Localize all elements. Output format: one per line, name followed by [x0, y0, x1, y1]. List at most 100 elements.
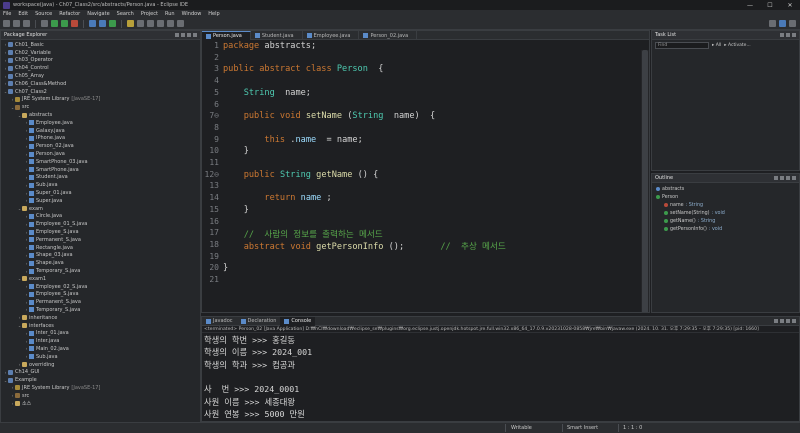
new-icon[interactable]	[3, 20, 10, 27]
tree-item[interactable]: › Person.java	[1, 150, 200, 158]
menu-edit[interactable]: Edit	[18, 11, 28, 17]
editor-tab[interactable]: Employee.java	[303, 31, 360, 40]
run-icon[interactable]	[61, 20, 68, 27]
new-task-icon[interactable]	[780, 33, 784, 37]
tree-item[interactable]: › Circle.java	[1, 213, 200, 221]
menu-navigate[interactable]: Navigate	[87, 11, 109, 17]
menu-window[interactable]: Window	[182, 11, 202, 17]
code-line[interactable]: this .name = name;	[223, 135, 362, 145]
menu-file[interactable]: File	[3, 11, 11, 17]
skip-breakpoints-icon[interactable]	[41, 20, 48, 27]
tree-item[interactable]: ⌄ src	[1, 103, 200, 111]
clear-console-icon[interactable]	[780, 319, 784, 323]
hide-static-icon[interactable]	[786, 176, 790, 180]
forward-icon[interactable]	[177, 20, 184, 27]
sort-icon[interactable]	[774, 176, 778, 180]
code-line[interactable]: }	[223, 263, 228, 273]
tree-item[interactable]: › Inter_01.java	[1, 329, 200, 337]
tree-item[interactable]: › Ch05_Array	[1, 72, 200, 80]
tree-item[interactable]: › Employee_02_S.java	[1, 283, 200, 291]
new-class-icon[interactable]	[109, 20, 116, 27]
tree-item[interactable]: › src	[1, 392, 200, 400]
task-activate-link[interactable]: ▸ Activate...	[724, 43, 750, 48]
tree-item[interactable]: ⌄ Example	[1, 376, 200, 384]
code-line[interactable]: public String getName () {	[223, 170, 379, 180]
tree-item[interactable]: › Shape.java	[1, 259, 200, 267]
back-icon[interactable]	[167, 20, 174, 27]
minimize-view-icon[interactable]	[792, 319, 796, 323]
tree-item[interactable]: ⌄ Ch07_Class2	[1, 88, 200, 96]
minimize-view-icon[interactable]	[193, 33, 197, 37]
tree-item[interactable]: › Galaxy.java	[1, 127, 200, 135]
task-filter-all[interactable]: ▸ All	[712, 43, 721, 48]
annotation-prev-icon[interactable]	[157, 20, 164, 27]
tree-item[interactable]: › 소스	[1, 400, 200, 408]
tree-item[interactable]: › JRE System Library [JavaSE-17]	[1, 96, 200, 104]
minimize-button[interactable]: —	[740, 0, 760, 10]
menu-run[interactable]: Run	[165, 11, 175, 17]
tree-item[interactable]: › SmartPhone.java	[1, 166, 200, 174]
editor-tab[interactable]: Person.java	[202, 31, 251, 40]
code-line[interactable]: package abstracts;	[223, 41, 316, 51]
code-line[interactable]: public abstract class Person {	[223, 64, 383, 74]
minimize-view-icon[interactable]	[792, 33, 796, 37]
collapse-all-icon[interactable]	[175, 33, 179, 37]
code-line[interactable]: public void setName (String name) {	[223, 111, 436, 121]
tree-item[interactable]: › Ch01_Basic	[1, 41, 200, 49]
menu-project[interactable]: Project	[141, 11, 158, 17]
tree-item[interactable]: › Ch03_Operator	[1, 57, 200, 65]
view-menu-icon[interactable]	[786, 33, 790, 37]
editor-tab[interactable]: Person_02.java	[359, 31, 418, 40]
new-java-project-icon[interactable]	[89, 20, 96, 27]
tree-item[interactable]: › IPhone.java	[1, 135, 200, 143]
tree-item[interactable]: › Sub.java	[1, 181, 200, 189]
tree-item[interactable]: › SmartPhone_03.java	[1, 158, 200, 166]
close-button[interactable]: ✕	[780, 0, 800, 10]
bottom-tab[interactable]: Console	[280, 317, 316, 326]
tree-item[interactable]: › Rectangle.java	[1, 244, 200, 252]
tree-item[interactable]: ⌄ exam1	[1, 275, 200, 283]
tree-item[interactable]: › Employee_01_S.java	[1, 220, 200, 228]
tree-item[interactable]: ⌄ abstracts	[1, 111, 200, 119]
outline-item[interactable]: Person	[652, 193, 799, 201]
code-line[interactable]: abstract void getPersonInfo (); // 추상 메서…	[223, 240, 506, 252]
menu-help[interactable]: Help	[208, 11, 219, 17]
save-icon[interactable]	[13, 20, 20, 27]
tree-item[interactable]: › Ch04_Control	[1, 64, 200, 72]
tree-item[interactable]: › Permanent_S.java	[1, 236, 200, 244]
code-line[interactable]: }	[223, 146, 249, 156]
tree-item[interactable]: › Super_01.java	[1, 189, 200, 197]
tree-item[interactable]: › JRE System Library [JavaSE-17]	[1, 384, 200, 392]
outline-item[interactable]: setName(String): void	[652, 209, 799, 217]
outline-item[interactable]: getPersonInfo(): void	[652, 225, 799, 233]
tree-item[interactable]: › Super.java	[1, 197, 200, 205]
code-line[interactable]: // 사람의 정보를 출력하는 메서드	[223, 228, 383, 240]
tree-item[interactable]: › Ch14_GUI	[1, 368, 200, 376]
outline-item[interactable]: abstracts	[652, 185, 799, 193]
search-icon[interactable]	[137, 20, 144, 27]
tree-item[interactable]: › Shape_03.java	[1, 252, 200, 260]
outline-item[interactable]: name: String	[652, 201, 799, 209]
tree-item[interactable]: › Employee_S.java	[1, 291, 200, 299]
code-line[interactable]: String name;	[223, 88, 311, 98]
menu-source[interactable]: Source	[35, 11, 52, 17]
tree-item[interactable]: › Ch02_Variable	[1, 49, 200, 57]
pin-console-icon[interactable]	[786, 319, 790, 323]
maximize-button[interactable]: ☐	[760, 0, 780, 10]
tree-item[interactable]: › Ch06_Class&Method	[1, 80, 200, 88]
tree-item[interactable]: › Employee_S.java	[1, 228, 200, 236]
bottom-tab[interactable]: Declaration	[237, 317, 281, 326]
perspective-java-icon[interactable]	[779, 20, 786, 27]
view-menu-icon[interactable]	[187, 33, 191, 37]
bottom-tab[interactable]: Javadoc	[202, 317, 237, 326]
tree-item[interactable]: ⌄ interfaces	[1, 322, 200, 330]
code-line[interactable]: }	[223, 205, 249, 215]
code-line[interactable]: return name ;	[223, 193, 331, 203]
editor-tab[interactable]: Student.java	[251, 31, 303, 40]
perspective-debug-icon[interactable]	[789, 20, 796, 27]
tree-item[interactable]: › Temporary_S.java	[1, 267, 200, 275]
hide-fields-icon[interactable]	[780, 176, 784, 180]
new-package-icon[interactable]	[99, 20, 106, 27]
annotation-next-icon[interactable]	[147, 20, 154, 27]
tree-item[interactable]: › inheritance	[1, 314, 200, 322]
